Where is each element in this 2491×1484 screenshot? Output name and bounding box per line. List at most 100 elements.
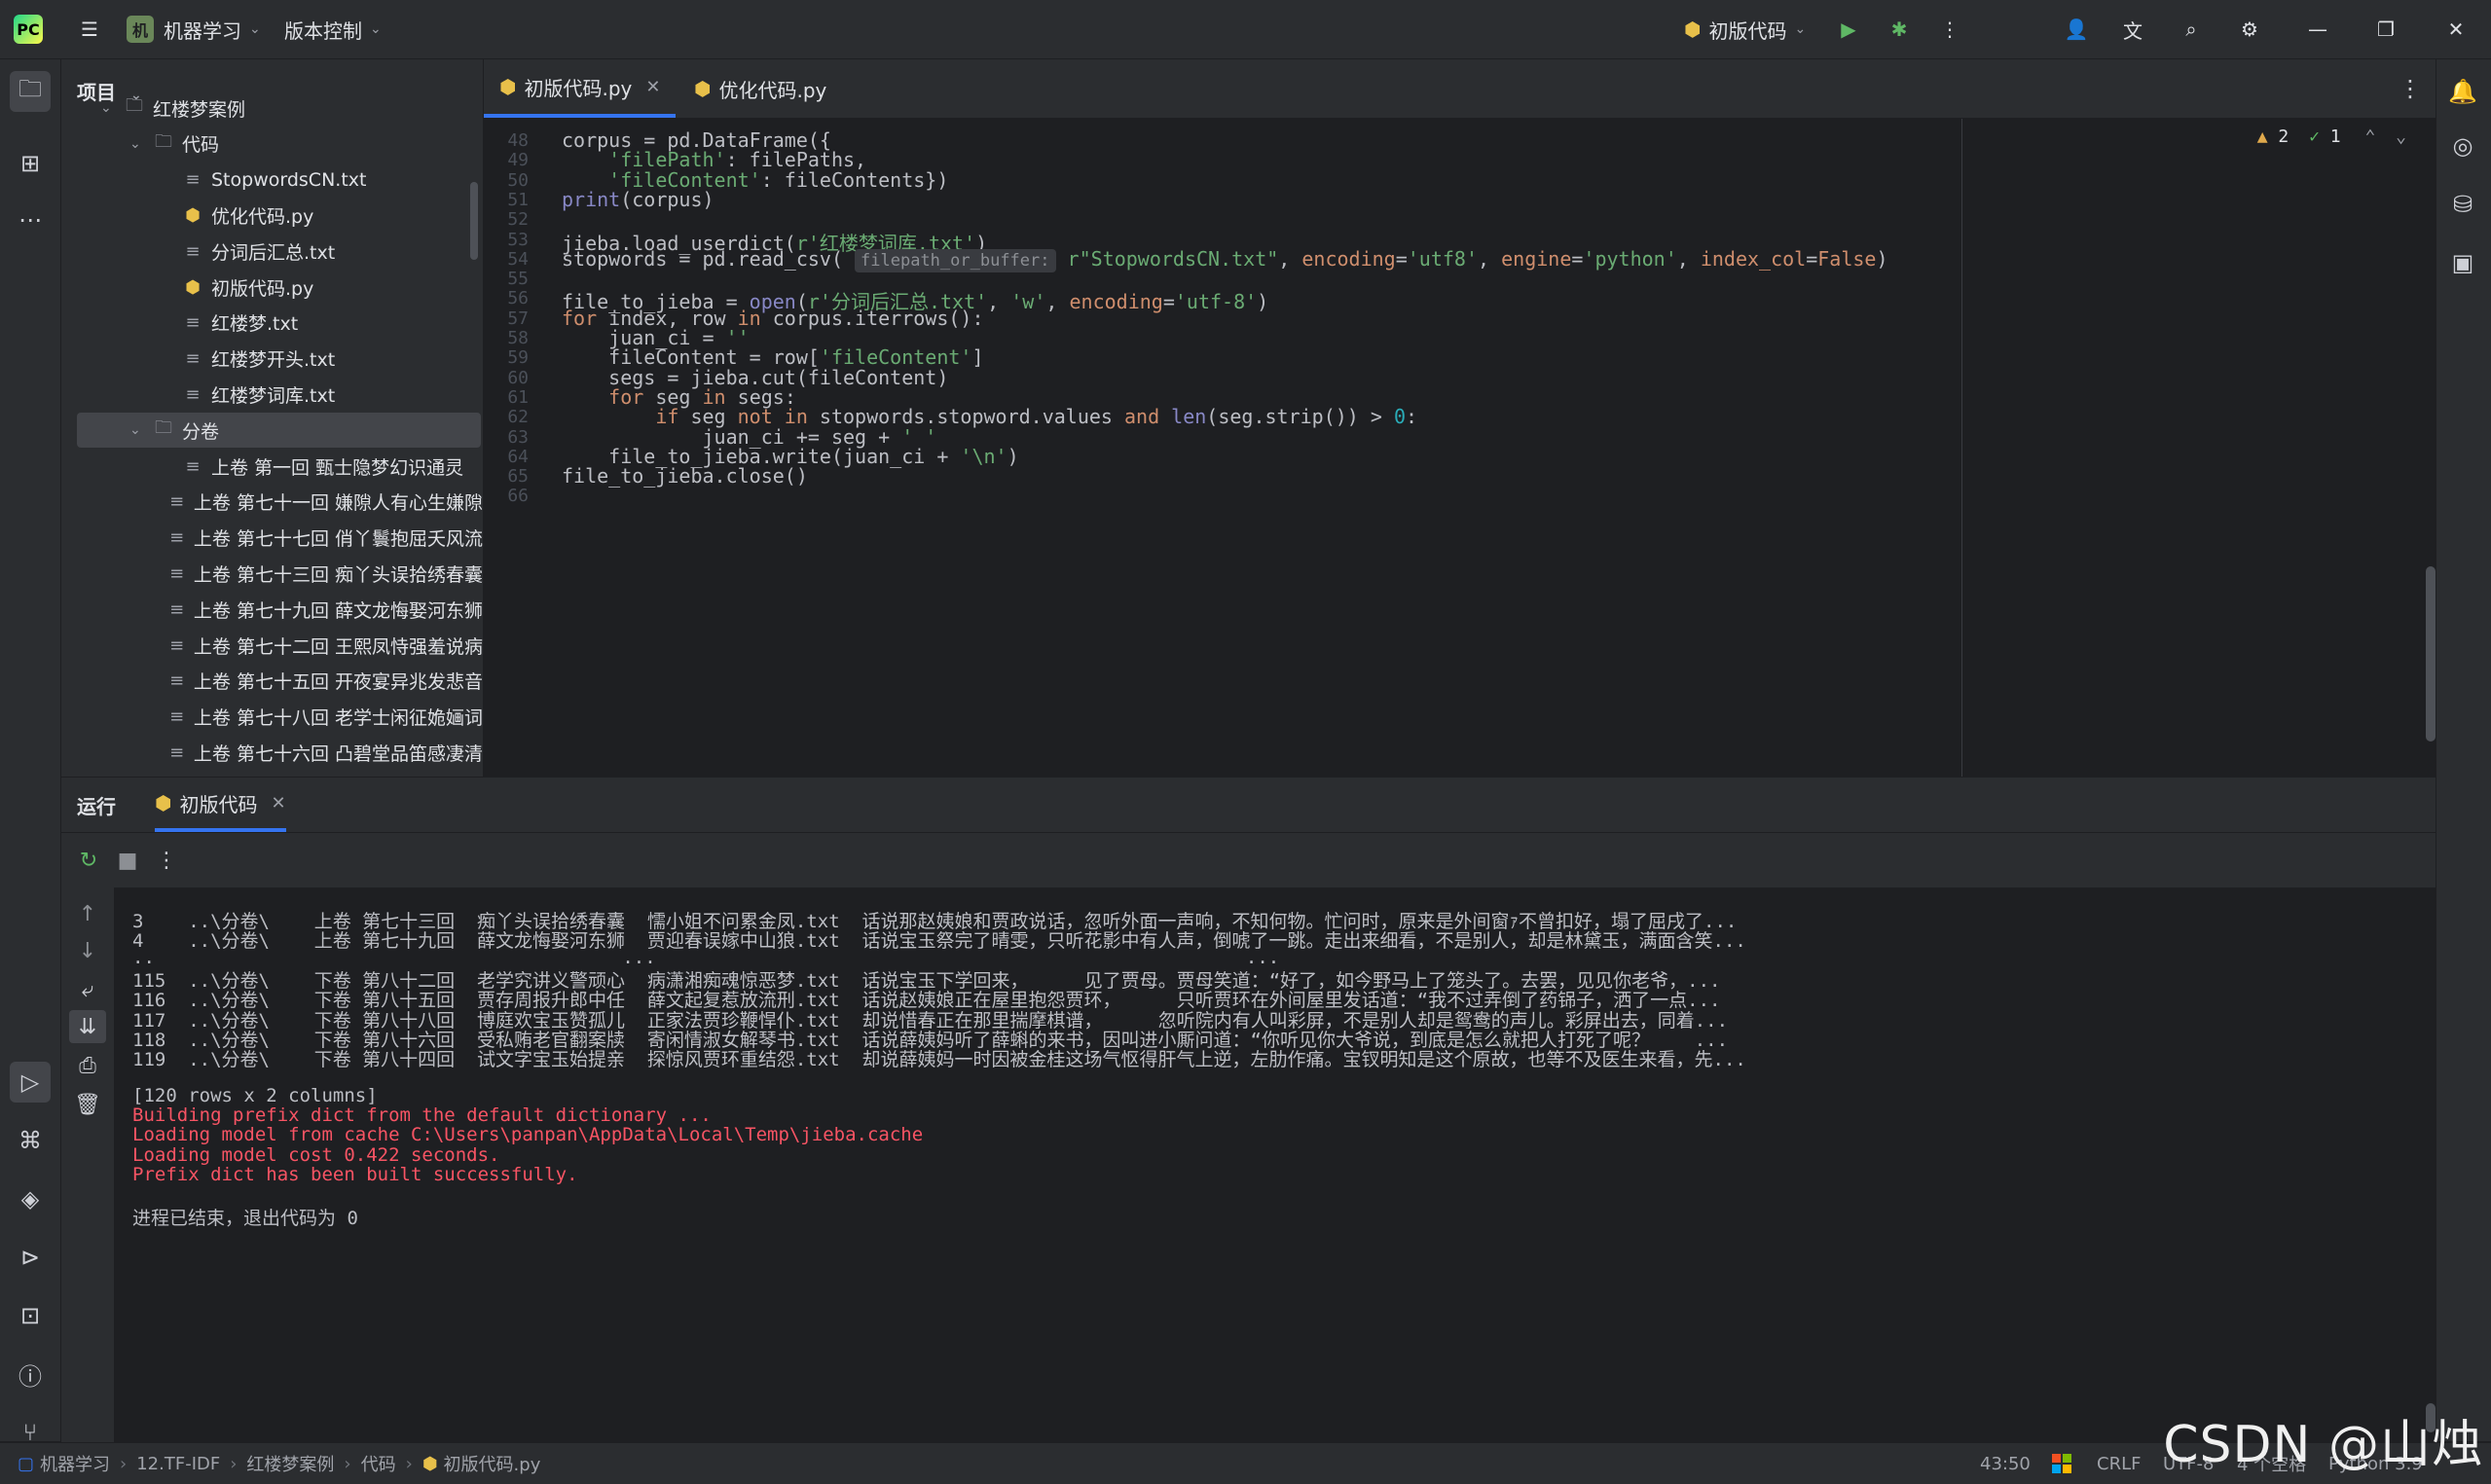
text-file-icon: ≡ bbox=[185, 348, 201, 370]
services-icon[interactable]: ⊳ bbox=[10, 1237, 51, 1278]
rerun-icon[interactable]: ↻ bbox=[69, 833, 108, 887]
sciview-icon[interactable]: ▣ bbox=[2442, 242, 2483, 283]
breadcrumb-item[interactable]: 红楼梦案例 bbox=[246, 1451, 334, 1476]
translate-icon[interactable]: 文 bbox=[2110, 0, 2155, 58]
tree-file[interactable]: ≡ 上卷 第七十三回 痴丫头误拾绣春囊 bbox=[61, 556, 483, 591]
breadcrumb-separator-icon: › bbox=[344, 1453, 351, 1474]
tree-folder[interactable]: ⌄ 🗀 分卷 bbox=[77, 413, 481, 449]
tree-file[interactable]: ≡ 上卷 第七十九回 薛文龙悔娶河东狮 bbox=[61, 592, 483, 627]
scroll-to-end-icon[interactable]: ⇊ bbox=[69, 1010, 106, 1043]
ai-assistant-icon[interactable]: ◎ bbox=[2442, 126, 2483, 166]
breadcrumb-item[interactable]: 初版代码.py bbox=[444, 1451, 541, 1476]
text-file-icon: ≡ bbox=[185, 312, 201, 334]
tree-file[interactable]: ≡ 上卷 第一回 甄士隐梦幻识通灵 bbox=[61, 449, 483, 484]
restore-icon[interactable]: ❐ bbox=[2363, 0, 2408, 58]
python-console-icon[interactable]: ⌘ bbox=[10, 1120, 51, 1161]
close-tab-icon[interactable]: ✕ bbox=[645, 77, 660, 97]
clear-console-icon[interactable]: 🗑 bbox=[69, 1088, 106, 1121]
run-config-selector[interactable]: ⬢ 初版代码 ⌄ bbox=[1684, 0, 1806, 58]
scroll-down-icon[interactable]: ↓ bbox=[69, 934, 106, 967]
inspection-widget[interactable]: ▲ 2 ✓ 1 ⌃ ⌄ bbox=[2257, 127, 2406, 147]
tab-initial-code[interactable]: ⬢ 初版代码.py ✕ bbox=[484, 59, 677, 118]
soft-wrap-icon[interactable]: ⤶ bbox=[69, 973, 106, 1006]
tree-file[interactable]: ≡ 上卷 第七十八回 老学士闲征姽婳词 bbox=[61, 700, 483, 735]
text-file-icon: ≡ bbox=[185, 169, 201, 191]
terminal-icon[interactable]: ⊡ bbox=[10, 1295, 51, 1336]
tree-item-label: 红楼梦词库.txt bbox=[211, 384, 336, 407]
run-tool-icon[interactable]: ▷ bbox=[10, 1062, 51, 1103]
run-icon[interactable]: ▶ bbox=[1826, 0, 1871, 58]
code-line[interactable]: print(corpus) bbox=[562, 188, 714, 211]
project-switcher[interactable]: 机 机器学习 ⌄ bbox=[127, 0, 261, 58]
database-icon[interactable]: ⛁ bbox=[2442, 184, 2483, 225]
tree-file[interactable]: ≡ 上卷 第七十六回 凸碧堂品笛感凄清 bbox=[61, 735, 483, 770]
close-run-tab-icon[interactable]: ✕ bbox=[271, 793, 285, 814]
tree-file[interactable]: ⬢ 初版代码.py bbox=[61, 270, 483, 305]
tree-file[interactable]: ≡ 上卷 第七十五回 开夜宴异兆发悲音 bbox=[61, 664, 483, 699]
project-tool-icon[interactable]: 🗀 bbox=[10, 71, 51, 112]
tree-file[interactable]: ≡ 上卷 第七十一回 嫌隙人有心生嫌隙 bbox=[61, 485, 483, 520]
minimize-icon[interactable]: — bbox=[2295, 0, 2340, 58]
run-tab[interactable]: ⬢ 初版代码 ✕ bbox=[155, 778, 286, 832]
editor-scrollbar[interactable] bbox=[2426, 566, 2436, 742]
search-icon[interactable]: ⌕ bbox=[2169, 0, 2214, 58]
tree-file[interactable]: ≡ 上卷 第七十七回 俏丫鬟抱屈夭风流 bbox=[61, 521, 483, 556]
more-tools-icon[interactable]: ⋯ bbox=[10, 199, 51, 240]
run-more-icon[interactable]: ⋮ bbox=[147, 833, 186, 887]
project-scrollbar[interactable] bbox=[470, 182, 478, 260]
code-editor[interactable]: 48 49 50 51 52 53 54 55 56 57 58 59 60 61 62 63 64 65 66 c… bbox=[484, 119, 2436, 777]
run-console-output[interactable]: 3 ..\分卷\ 上卷 第七十三回 痴丫头误拾绣春囊 懦小姐不问累金凤.txt … bbox=[115, 887, 2436, 1442]
stop-icon[interactable]: ■ bbox=[108, 833, 147, 887]
line-number: 59 bbox=[507, 347, 529, 369]
watermark: CSDN @山烛 bbox=[2163, 1416, 2483, 1474]
python-packages-icon[interactable]: ◈ bbox=[10, 1178, 51, 1219]
chevron-down-icon[interactable]: ⌄ bbox=[129, 136, 149, 152]
app-logo[interactable]: PC bbox=[14, 0, 45, 58]
console-line: [120 rows x 2 columns] bbox=[132, 1084, 378, 1106]
python-icon: ⬢ bbox=[155, 791, 172, 814]
structure-tool-icon[interactable]: ⊞ bbox=[10, 143, 51, 184]
add-user-icon[interactable]: 👤 bbox=[2054, 0, 2099, 58]
breadcrumb-item[interactable]: 代码 bbox=[361, 1451, 396, 1476]
tree-file[interactable]: ≡ StopwordsCN.txt bbox=[61, 163, 483, 198]
prev-highlight-icon[interactable]: ⌃ bbox=[2364, 127, 2375, 147]
settings-icon[interactable]: ⚙ bbox=[2227, 0, 2272, 58]
tree-file[interactable]: ≡ 红楼梦词库.txt bbox=[61, 377, 483, 412]
folder-icon: 🗀 bbox=[155, 417, 172, 439]
notifications-icon[interactable]: 🔔 bbox=[2442, 71, 2483, 112]
tree-file[interactable]: ≡ 上卷 第七十二回 王熙凤恃强羞说病 bbox=[61, 628, 483, 663]
debug-icon[interactable]: ✱ bbox=[1877, 0, 1922, 58]
tree-file[interactable]: ⬢ 优化代码.py bbox=[61, 198, 483, 233]
next-highlight-icon[interactable]: ⌄ bbox=[2396, 127, 2406, 147]
tab-optimized-code[interactable]: ⬢ 优化代码.py bbox=[678, 59, 842, 118]
more-actions-icon[interactable]: ⋮ bbox=[1927, 0, 1972, 58]
line-number: 58 bbox=[507, 328, 529, 348]
tree-item-label: StopwordsCN.txt bbox=[211, 168, 367, 191]
line-separator[interactable]: CRLF bbox=[2097, 1443, 2141, 1484]
cursor-position[interactable]: 43:50 bbox=[1980, 1443, 2031, 1484]
breadcrumb-item[interactable]: 机器学习 bbox=[40, 1451, 110, 1476]
tab-options-icon[interactable]: ⋮ bbox=[2399, 59, 2422, 118]
tree-item-label: 上卷 第七十五回 开夜宴异兆发悲音 bbox=[193, 671, 483, 694]
tree-file[interactable]: ≡ 红楼梦.txt bbox=[61, 306, 483, 341]
scroll-up-icon[interactable]: ↑ bbox=[69, 897, 106, 930]
code-line[interactable]: stopwords = pd.read_csv( filepath_or_buf… bbox=[562, 247, 1888, 272]
tree-item-label: 红楼梦.txt bbox=[211, 313, 299, 336]
tree-file[interactable]: ≡ 分词后汇总.txt bbox=[61, 234, 483, 269]
main-menu-icon[interactable]: ☰ bbox=[70, 0, 109, 58]
windows-icon bbox=[2052, 1443, 2071, 1484]
tree-file[interactable]: ≡ 红楼梦开头.txt bbox=[61, 342, 483, 377]
vcs-menu[interactable]: 版本控制 ⌄ bbox=[284, 0, 382, 58]
code-line[interactable]: file_to_jieba.close() bbox=[562, 464, 808, 488]
weak-warning-count: 1 bbox=[2329, 127, 2341, 147]
chevron-down-icon[interactable]: ⌄ bbox=[100, 100, 120, 116]
breadcrumb-item[interactable]: 12.TF-IDF bbox=[136, 1454, 220, 1474]
close-icon[interactable]: ✕ bbox=[2434, 0, 2478, 58]
line-number: 51 bbox=[507, 189, 529, 210]
chevron-down-icon[interactable]: ⌄ bbox=[129, 422, 149, 438]
tree-folder[interactable]: ⌄ 🗀 代码 bbox=[61, 127, 483, 162]
run-side-toolbar: ↑ ↓ ⤶ ⇊ ⎙ 🗑 bbox=[61, 887, 114, 1442]
print-icon[interactable]: ⎙ bbox=[69, 1049, 106, 1082]
tree-folder[interactable]: ⌄ 🗀 红楼梦案例 bbox=[61, 90, 483, 126]
problems-icon[interactable]: ⓘ bbox=[10, 1354, 51, 1394]
